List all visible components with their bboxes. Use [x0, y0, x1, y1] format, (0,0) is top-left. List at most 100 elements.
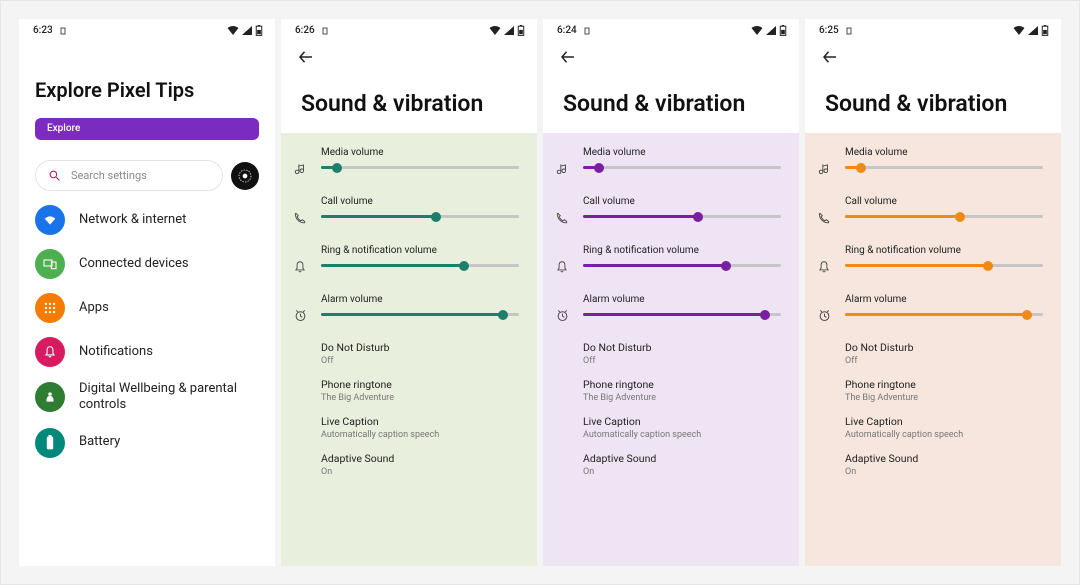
settings-item-connected[interactable]: Connected devices — [35, 249, 259, 279]
pref-title: Phone ringtone — [321, 378, 519, 391]
phone-sound-teal: 6:26 Sound & vibration Media volumeCall … — [281, 19, 537, 566]
pref-title: Phone ringtone — [583, 378, 781, 391]
pref-item[interactable]: Adaptive SoundOn — [321, 452, 519, 477]
bell-icon — [817, 259, 835, 278]
slider-row: Alarm volume — [811, 290, 1053, 339]
slider-label: Alarm volume — [845, 294, 1043, 313]
music-note-icon — [817, 161, 835, 180]
pref-title: Do Not Disturb — [845, 341, 1043, 354]
pref-item[interactable]: Do Not Disturb Off — [321, 341, 519, 366]
pref-title: Live Caption — [845, 415, 1043, 428]
settings-item-notifications[interactable]: Notifications — [35, 337, 259, 367]
volume-slider[interactable] — [321, 313, 519, 316]
pref-item[interactable]: Do Not DisturbOff — [583, 341, 781, 366]
sound-panel: Media volumeCall volume Ring & notificati… — [281, 133, 537, 566]
back-icon[interactable] — [297, 48, 315, 66]
status-icons — [1013, 25, 1049, 36]
volume-slider[interactable] — [845, 166, 1043, 169]
music-note-icon — [293, 161, 311, 180]
bell-icon — [555, 259, 573, 278]
devices-icon — [35, 249, 65, 279]
slider-row: Call volume — [287, 192, 529, 241]
pref-item[interactable]: Phone ringtone The Big Adventure — [583, 378, 781, 403]
pref-item[interactable]: Adaptive Sound On — [845, 452, 1043, 477]
pref-item[interactable]: Adaptive Sound On — [583, 452, 781, 477]
alarm-icon — [293, 308, 311, 327]
slider-label: Ring & notification volume — [321, 245, 519, 264]
volume-slider[interactable] — [583, 215, 781, 218]
pref-item[interactable]: Live Caption Automatically caption speech — [321, 415, 519, 440]
pref-item[interactable]: Phone ringtone The Big Adventure — [321, 378, 519, 403]
slider-row: Call volume — [811, 192, 1053, 241]
slider-row: Ring & notification volume — [549, 241, 791, 290]
music-note-icon — [555, 161, 573, 180]
pref-subtitle: Off — [321, 356, 519, 366]
status-bar: 6:26 — [281, 19, 537, 38]
slider-row: Call volume — [549, 192, 791, 241]
profile-avatar[interactable] — [231, 162, 259, 190]
slider-row: Alarm volume — [549, 290, 791, 339]
volume-slider[interactable] — [583, 313, 781, 316]
volume-slider[interactable] — [845, 264, 1043, 267]
pref-item[interactable]: Live CaptionAutomatically caption speech — [583, 415, 781, 440]
pref-item[interactable]: Live Caption Automatically caption speech — [845, 415, 1043, 440]
bell-icon — [293, 259, 311, 278]
volume-slider[interactable] — [845, 313, 1043, 316]
search-input[interactable]: Search settings — [35, 160, 223, 191]
alarm-icon — [817, 308, 835, 327]
pref-item[interactable]: Do Not DisturbOff — [845, 341, 1043, 366]
slider-label: Call volume — [583, 196, 781, 215]
search-placeholder: Search settings — [71, 169, 147, 182]
page-title: Sound & vibration — [543, 70, 799, 133]
phone-sound-orange: 6:25 Sound & vibration Media volumeCall … — [805, 19, 1061, 566]
settings-item-wellbeing[interactable]: Digital Wellbeing & parental controls — [35, 381, 259, 414]
wellbeing-icon — [35, 382, 65, 412]
pref-list: Do Not DisturbOff Phone ringtone The Big A… — [549, 339, 791, 477]
phone-sound-purple: 6:24 Sound & vibration Media volumeCall … — [543, 19, 799, 566]
slider-label: Ring & notification volume — [583, 245, 781, 264]
back-icon[interactable] — [821, 48, 839, 66]
settings-item-network[interactable]: Network & internet — [35, 205, 259, 235]
status-time: 6:25 — [819, 25, 839, 36]
explore-button[interactable]: Explore — [35, 118, 259, 140]
pref-title: Live Caption — [583, 415, 781, 428]
volume-slider[interactable] — [321, 166, 519, 169]
slider-row: Media volume — [287, 143, 529, 192]
pref-subtitle: On — [845, 467, 1043, 477]
pref-subtitle: The Big Adventure — [583, 393, 781, 403]
page-title: Sound & vibration — [281, 70, 537, 133]
pref-title: Adaptive Sound — [845, 452, 1043, 465]
settings-item-apps[interactable]: Apps — [35, 293, 259, 323]
volume-slider[interactable] — [321, 215, 519, 218]
pref-subtitle: Automatically caption speech — [845, 430, 1043, 440]
back-icon[interactable] — [559, 48, 577, 66]
alarm-icon — [555, 308, 573, 327]
page-title: Sound & vibration — [805, 70, 1061, 133]
volume-slider[interactable] — [321, 264, 519, 267]
status-time: 6:23 — [33, 25, 53, 36]
sound-panel: Media volume Call volume Ring & notificati… — [543, 133, 799, 566]
pref-title: Live Caption — [321, 415, 519, 428]
search-icon — [48, 169, 61, 182]
pref-list: Do Not DisturbOff Phone ringtoneThe Big A… — [811, 339, 1053, 477]
slider-row: Ring & notification volume — [287, 241, 529, 290]
volume-slider[interactable] — [583, 166, 781, 169]
phone-icon — [555, 210, 573, 229]
volume-slider[interactable] — [845, 215, 1043, 218]
settings-item-battery[interactable]: Battery — [35, 428, 259, 458]
volume-slider[interactable] — [583, 264, 781, 267]
pref-title: Do Not Disturb — [583, 341, 781, 354]
slider-label: Media volume — [583, 147, 781, 166]
pref-subtitle: The Big Adventure — [845, 393, 1043, 403]
pref-subtitle: Automatically caption speech — [321, 430, 519, 440]
phone-explore: 6:23 Explore Pixel Tips Explore Search s… — [19, 19, 275, 566]
status-icons — [489, 25, 525, 36]
slider-row: Alarm volume — [287, 290, 529, 339]
pref-title: Do Not Disturb — [321, 341, 519, 354]
pref-title: Adaptive Sound — [583, 452, 781, 465]
sound-panel: Media volumeCall volumeRing & notificati… — [805, 133, 1061, 566]
slider-label: Alarm volume — [583, 294, 781, 313]
pref-item[interactable]: Phone ringtoneThe Big Adventure — [845, 378, 1043, 403]
pref-subtitle: On — [583, 467, 781, 477]
pref-subtitle: The Big Adventure — [321, 393, 519, 403]
